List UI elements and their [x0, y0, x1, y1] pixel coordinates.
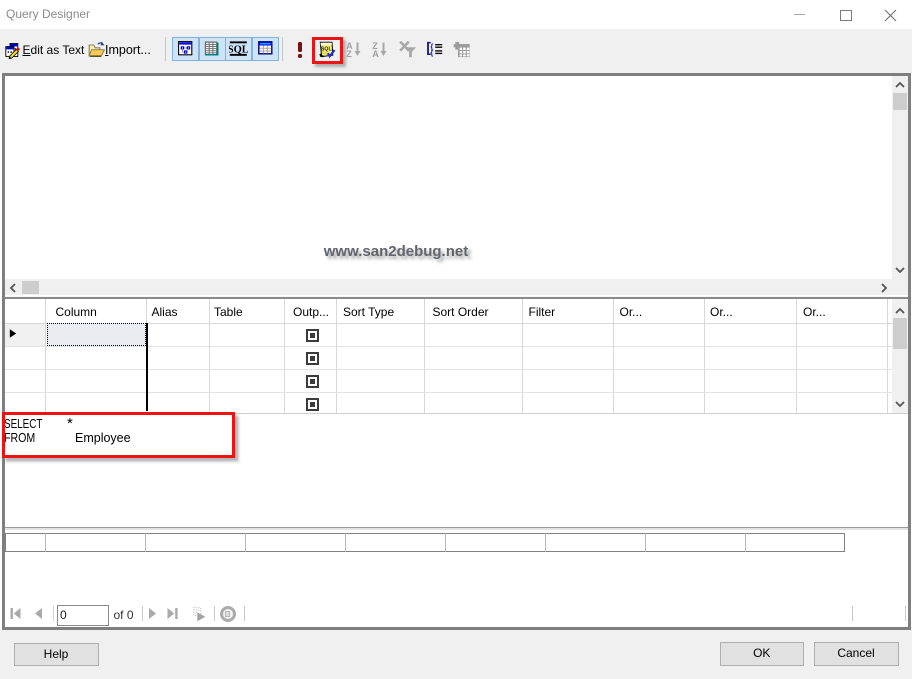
- svg-text:{: {: [430, 48, 433, 57]
- svg-text:Z: Z: [346, 49, 352, 57]
- svg-text:A: A: [372, 49, 379, 57]
- svg-text:SQL: SQL: [229, 45, 248, 56]
